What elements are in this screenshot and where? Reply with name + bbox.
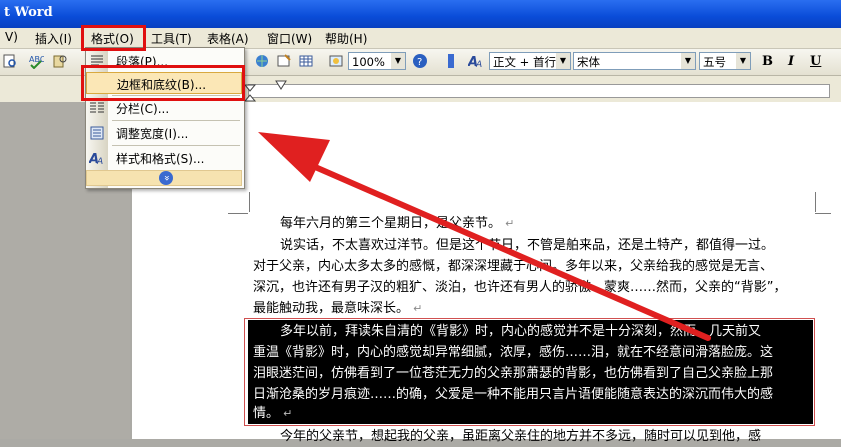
menu-item-adjust-width[interactable]: 调整宽度(I)... (86, 122, 242, 144)
columns-icon (90, 102, 104, 113)
menu-expand-button[interactable]: » (86, 170, 242, 186)
crop-mark (815, 192, 817, 212)
menu-item-label: 调整宽度(I)... (116, 127, 189, 141)
help-icon[interactable]: ? (412, 53, 428, 69)
paragraph-line: 每年六月的第三个星期日，是父亲节。 ↵ (280, 216, 515, 231)
chevron-down-icon: ▼ (681, 53, 695, 69)
font-select[interactable]: 宋体 ▼ (573, 52, 696, 70)
selected-line: 多年以前，拜读朱自清的《背影》时，内心的感觉并不是十分深刻，然而，几天前又 (280, 324, 762, 339)
tables-borders-icon[interactable] (276, 53, 292, 69)
annotation-box-borders-item (81, 65, 245, 101)
selected-line: 情。 ↵ (253, 406, 293, 421)
menu-item-label: 样式和格式(S)... (116, 152, 205, 166)
svg-text:ABC: ABC (29, 55, 44, 64)
paragraph-line: 说实话，不太喜欢过洋节。但是这个节日，不管是舶来品，还是土特产，都值得一过。 (280, 238, 775, 253)
font-size-value: 五号 (703, 55, 726, 69)
drawing-icon[interactable] (328, 53, 344, 69)
title-bar: t Word (0, 0, 841, 28)
adjust-width-icon (90, 126, 104, 140)
research-icon[interactable] (52, 53, 68, 69)
menu-item-label: 分栏(C)... (116, 102, 170, 116)
selected-line: 泪眼迷茫间，仿佛看到了一位苍茫无力的父亲那萧瑟的背影，也仿佛看到了自己父亲脸上那 (253, 366, 774, 381)
print-preview-icon[interactable] (2, 53, 18, 69)
window-title: t Word (4, 5, 53, 20)
styles-formatting-icon: AA (89, 152, 103, 166)
style-select[interactable]: 正文 + 首行 ▼ (489, 52, 571, 70)
paragraph-line: 深沉，也许还有男子汉的粗犷、淡泊，也许还有男人的骄傲、蒙爽……然而，父亲的“背影… (253, 280, 787, 295)
first-line-indent-icon[interactable] (275, 80, 287, 92)
menu-separator (112, 120, 240, 121)
menu-table[interactable]: 表格(A) (204, 30, 252, 47)
annotation-box-format-menu (81, 25, 146, 51)
menu-window[interactable]: 窗口(W) (264, 30, 315, 47)
chevron-down-icon: ▼ (391, 53, 405, 69)
crop-mark (815, 212, 831, 214)
chevron-down-icon: ▼ (556, 53, 570, 69)
font-value: 宋体 (577, 55, 600, 69)
zoom-value: 100% (352, 55, 385, 69)
paragraph-line: 今年的父亲节，想起我的父亲，虽距离父亲住的地方并不多远，随时可以见到他，感 (280, 429, 762, 444)
paragraph-line: 对于父亲，内心太多太多的感慨，都深深埋藏于心间。多年以来，父亲给我的感觉是无言、 (253, 259, 774, 274)
menu-view[interactable]: V) (2, 30, 21, 44)
font-size-select[interactable]: 五号 ▼ (699, 52, 751, 70)
styles-formatting-icon[interactable]: AA (468, 53, 484, 69)
insert-table-icon[interactable] (298, 53, 314, 69)
spelling-icon[interactable]: ABC (28, 53, 44, 69)
svg-text:A: A (96, 157, 103, 166)
underline-button[interactable]: U (810, 54, 821, 69)
hyperlink-icon[interactable] (254, 53, 270, 69)
svg-text:?: ? (417, 57, 422, 68)
expand-chevron-icon: » (159, 171, 173, 185)
crop-mark (228, 212, 248, 214)
ruler-strip (248, 84, 830, 98)
selected-line: 日渐沧桑的岁月痕迹……的确，父爱是一种不能用只言片语便能随意表达的深沉而伟大的感 (253, 387, 774, 402)
zoom-select[interactable]: 100% ▼ (348, 52, 406, 70)
style-value: 正文 + 首行 (493, 55, 556, 69)
menu-item-styles-formatting[interactable]: AA 样式和格式(S)... (86, 147, 242, 169)
selected-line: 重温《背影》时，内心的感觉却异常细腻，浓厚，感伤……泪，就在不经意间滑落脸庞。这 (253, 345, 774, 360)
italic-button[interactable]: I (788, 54, 794, 69)
svg-text:A: A (475, 60, 482, 69)
menu-tools[interactable]: 工具(T) (148, 30, 195, 47)
menu-help[interactable]: 帮助(H) (322, 30, 370, 47)
bold-button[interactable]: B (762, 54, 773, 69)
menu-insert[interactable]: 插入(I) (32, 30, 75, 47)
indent-marker-icon[interactable] (244, 84, 256, 102)
paragraph-line: 最能触动我，最意味深长。 ↵ (253, 301, 423, 316)
crop-mark (248, 192, 250, 212)
menu-separator (112, 145, 240, 146)
toolbar-grip-icon[interactable] (446, 53, 456, 69)
chevron-down-icon: ▼ (736, 53, 750, 69)
